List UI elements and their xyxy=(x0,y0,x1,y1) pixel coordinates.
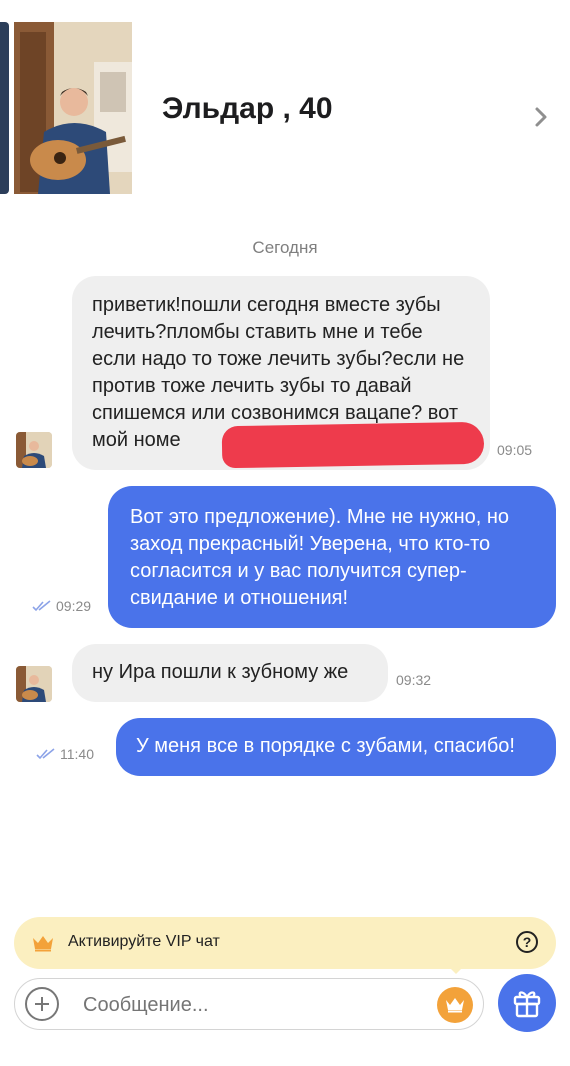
sender-avatar[interactable] xyxy=(16,666,52,702)
gift-icon xyxy=(513,991,541,1018)
message-status: 09:29 xyxy=(32,598,91,614)
message-bubble-outgoing[interactable]: Вот это предложение). Мне не нужно, но з… xyxy=(108,486,556,628)
message-input[interactable] xyxy=(83,994,403,1017)
vip-crown-button[interactable] xyxy=(437,987,473,1023)
read-checkmarks-icon xyxy=(32,600,51,612)
message-composer xyxy=(14,978,484,1030)
message-time: 09:32 xyxy=(396,672,432,688)
previous-profile-thumbnail[interactable] xyxy=(0,22,9,194)
message-time: 09:05 xyxy=(497,442,533,458)
gift-button[interactable] xyxy=(498,974,556,1032)
vip-chat-label: Активируйте VIP чат xyxy=(68,933,220,950)
plus-icon[interactable] xyxy=(25,987,59,1021)
vip-chat-banner[interactable]: Активируйте VIP чат ? xyxy=(14,917,556,969)
read-checkmarks-icon xyxy=(36,748,55,760)
sender-avatar[interactable] xyxy=(16,432,52,468)
crown-icon xyxy=(446,998,464,1013)
message-time: 11:40 xyxy=(60,746,94,762)
message-text: Вот это предложение). Мне не нужно, но з… xyxy=(130,506,510,609)
message-status: 11:40 xyxy=(36,746,94,762)
crown-icon xyxy=(33,936,53,952)
help-icon[interactable]: ? xyxy=(516,931,538,953)
chevron-right-icon[interactable] xyxy=(534,106,548,133)
vip-banner-pointer xyxy=(446,964,466,974)
message-bubble-outgoing[interactable]: У меня все в порядке с зубами, спасибо! xyxy=(116,718,556,776)
contact-name: Эльдар , 40 xyxy=(162,92,333,125)
message-text: У меня все в порядке с зубами, спасибо! xyxy=(136,735,515,757)
message-bubble-incoming[interactable]: ну Ира пошли к зубному же xyxy=(72,644,388,702)
date-separator: Сегодня xyxy=(252,238,318,257)
message-time: 09:29 xyxy=(56,598,92,614)
message-text: ну Ира пошли к зубному же xyxy=(92,661,349,683)
redacted-phone-number xyxy=(221,421,485,469)
profile-photo[interactable] xyxy=(14,22,132,194)
